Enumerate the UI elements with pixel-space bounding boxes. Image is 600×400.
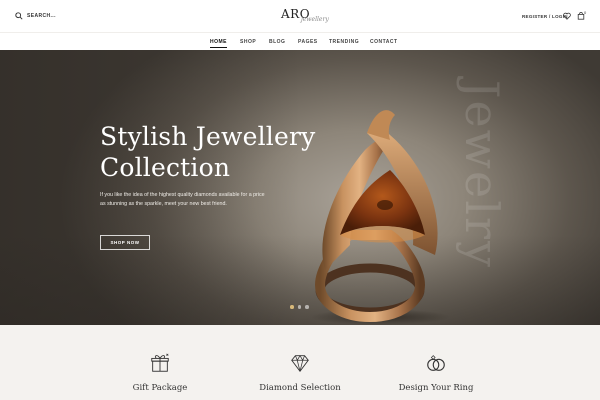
- cart-count-badge: 0: [584, 10, 587, 15]
- heart-icon[interactable]: [563, 12, 571, 20]
- shop-now-button[interactable]: SHOP NOW: [100, 235, 150, 250]
- main-navigation: HOME SHOP BLOG PAGES TRENDING CONTACT: [0, 32, 600, 50]
- nav-trending[interactable]: TRENDING: [329, 39, 359, 45]
- features-section: Gift Package Diamond Selection Design Yo…: [0, 325, 600, 400]
- site-logo[interactable]: ARO jewellery: [278, 7, 329, 27]
- top-header: SEARCH... ARO jewellery REGISTER / LOGIN…: [0, 0, 600, 32]
- hero-title-line1: Stylish Jewellery: [100, 122, 316, 151]
- nav-pages[interactable]: PAGES: [298, 39, 318, 45]
- slider-dot-3[interactable]: [305, 305, 309, 309]
- hero-title: Stylish Jewellery Collection: [100, 121, 320, 183]
- nav-home[interactable]: HOME: [210, 39, 227, 48]
- rings-icon: [427, 355, 445, 371]
- feature-design-your-ring: Design Your Ring: [376, 352, 496, 393]
- hero-description: If you like the idea of the highest qual…: [100, 192, 265, 207]
- feature-title: Design Your Ring: [398, 383, 474, 393]
- nav-blog[interactable]: BLOG: [269, 39, 285, 45]
- hero-slider: Jewelry Stylish Jewellery Collection If …: [0, 50, 600, 325]
- register-login-link[interactable]: REGISTER / LOGIN: [522, 14, 568, 19]
- search-icon: [15, 12, 23, 20]
- nav-shop[interactable]: SHOP: [240, 39, 256, 45]
- gift-icon: [151, 353, 169, 372]
- slider-dot-1[interactable]: [290, 305, 294, 309]
- hero-title-line2: Collection: [100, 153, 231, 182]
- ring-image: [310, 110, 450, 325]
- slider-pagination: [290, 305, 309, 309]
- search-button[interactable]: SEARCH...: [15, 11, 56, 21]
- feature-gift-package: Gift Package: [100, 352, 220, 393]
- diamond-icon: [291, 354, 309, 373]
- feature-diamond-selection: Diamond Selection: [240, 352, 360, 393]
- feature-title: Gift Package: [132, 383, 188, 393]
- feature-title: Diamond Selection: [259, 383, 341, 393]
- search-label: SEARCH...: [27, 13, 56, 19]
- slider-dot-2[interactable]: [297, 305, 301, 309]
- nav-contact[interactable]: CONTACT: [370, 39, 398, 45]
- logo-script: jewellery: [301, 16, 329, 23]
